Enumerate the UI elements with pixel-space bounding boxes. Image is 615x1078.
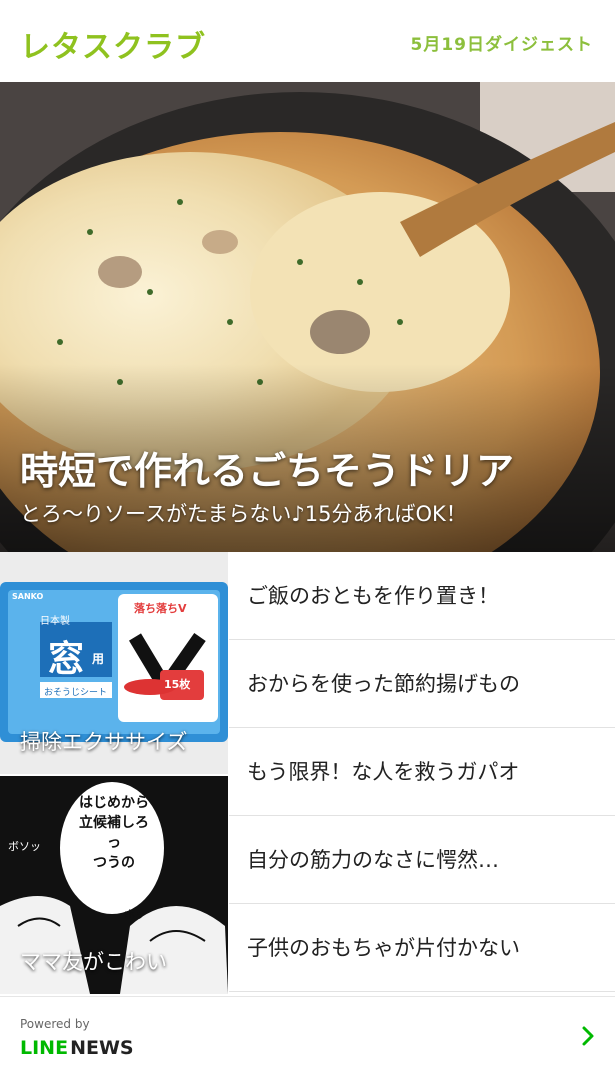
list-item-title: 子供のおもちゃが片付かない xyxy=(247,936,520,960)
manga-bubble-line2: 立候補しろっ xyxy=(79,815,149,851)
list-item[interactable]: 自分の筋力のなさに愕然… xyxy=(229,816,615,904)
package-kanji-suffix: 用 xyxy=(92,652,105,666)
hero-article[interactable]: 時短で作れるごちそうドリア とろ〜りソースがたまらない♪15分あればOK！ xyxy=(0,82,615,552)
footer[interactable]: Powered by LINE NEWS xyxy=(0,996,615,1078)
list-item[interactable]: もう限界！な人を救うガパオ xyxy=(229,728,615,816)
hero-title: 時短で作れるごちそうドリア xyxy=(20,449,515,493)
thumb-article-cleaning[interactable]: SANKO 日本製 窓 用 おそうじシート 落ち落ちV 極細繊維で 拭きスジ残り… xyxy=(0,552,228,774)
package-brand: SANKO xyxy=(12,592,44,601)
package-count: 15枚 xyxy=(164,678,191,691)
headline-list: ご飯のおともを作り置き！ おからを使った節約揚げもの もう限界！な人を救うガパオ… xyxy=(229,552,615,994)
package-text: おそうじシート xyxy=(44,688,108,698)
package-bubble-line1: 極細繊維で xyxy=(126,705,161,713)
list-item[interactable]: ご飯のおともを作り置き！ xyxy=(229,552,615,640)
thumb-label-cleaning: 掃除エクササイズ xyxy=(20,730,188,754)
hero-subtitle: とろ〜りソースがたまらない♪15分あればOK！ xyxy=(20,502,467,526)
list-item[interactable]: 子供のおもちゃが片付かない xyxy=(229,904,615,992)
list-item-title: おからを使った節約揚げもの xyxy=(247,672,520,696)
manga-sfx-1: ボソッ xyxy=(8,840,41,853)
package-bubble-line2: 拭きスジ残りにくい xyxy=(126,715,189,723)
package-badge: 日本製 xyxy=(40,616,70,627)
powered-by-label: Powered by xyxy=(20,1017,90,1031)
list-item[interactable]: おからを使った節約揚げもの xyxy=(229,640,615,728)
line-news-logo-news: NEWS xyxy=(70,1037,134,1059)
manga-bubble-line1: はじめから xyxy=(79,795,149,811)
manga-bubble: はじめから 立候補しろっ つうの xyxy=(74,792,154,872)
line-news-logo-line: LINE xyxy=(20,1037,69,1059)
manga-bubble-line3: つうの xyxy=(93,855,135,871)
thumb-article-mama-friends[interactable]: はじめから 立候補しろっ つうの ボソッ ホッ ママ友がこわい xyxy=(0,776,228,994)
line-news-logo: LINE NEWS xyxy=(20,1037,134,1059)
chevron-right-icon[interactable] xyxy=(581,1025,595,1047)
package-kanji: 窓 xyxy=(48,639,85,680)
list-item-title: 自分の筋力のなさに愕然… xyxy=(247,848,499,872)
manga-sfx-2: ホッ xyxy=(124,908,146,921)
digest-date-label: 5月19日ダイジェスト xyxy=(410,35,593,55)
list-item-title: ご飯のおともを作り置き！ xyxy=(247,584,499,608)
package-tag: 落ち落ちV xyxy=(134,602,187,615)
list-item-title: もう限界！な人を救うガパオ xyxy=(247,760,520,784)
thumb-label-mama-friends: ママ友がこわい xyxy=(20,950,167,974)
site-logo[interactable]: レタスクラブ xyxy=(20,22,206,66)
header: レタスクラブ 5月19日ダイジェスト xyxy=(0,0,615,82)
